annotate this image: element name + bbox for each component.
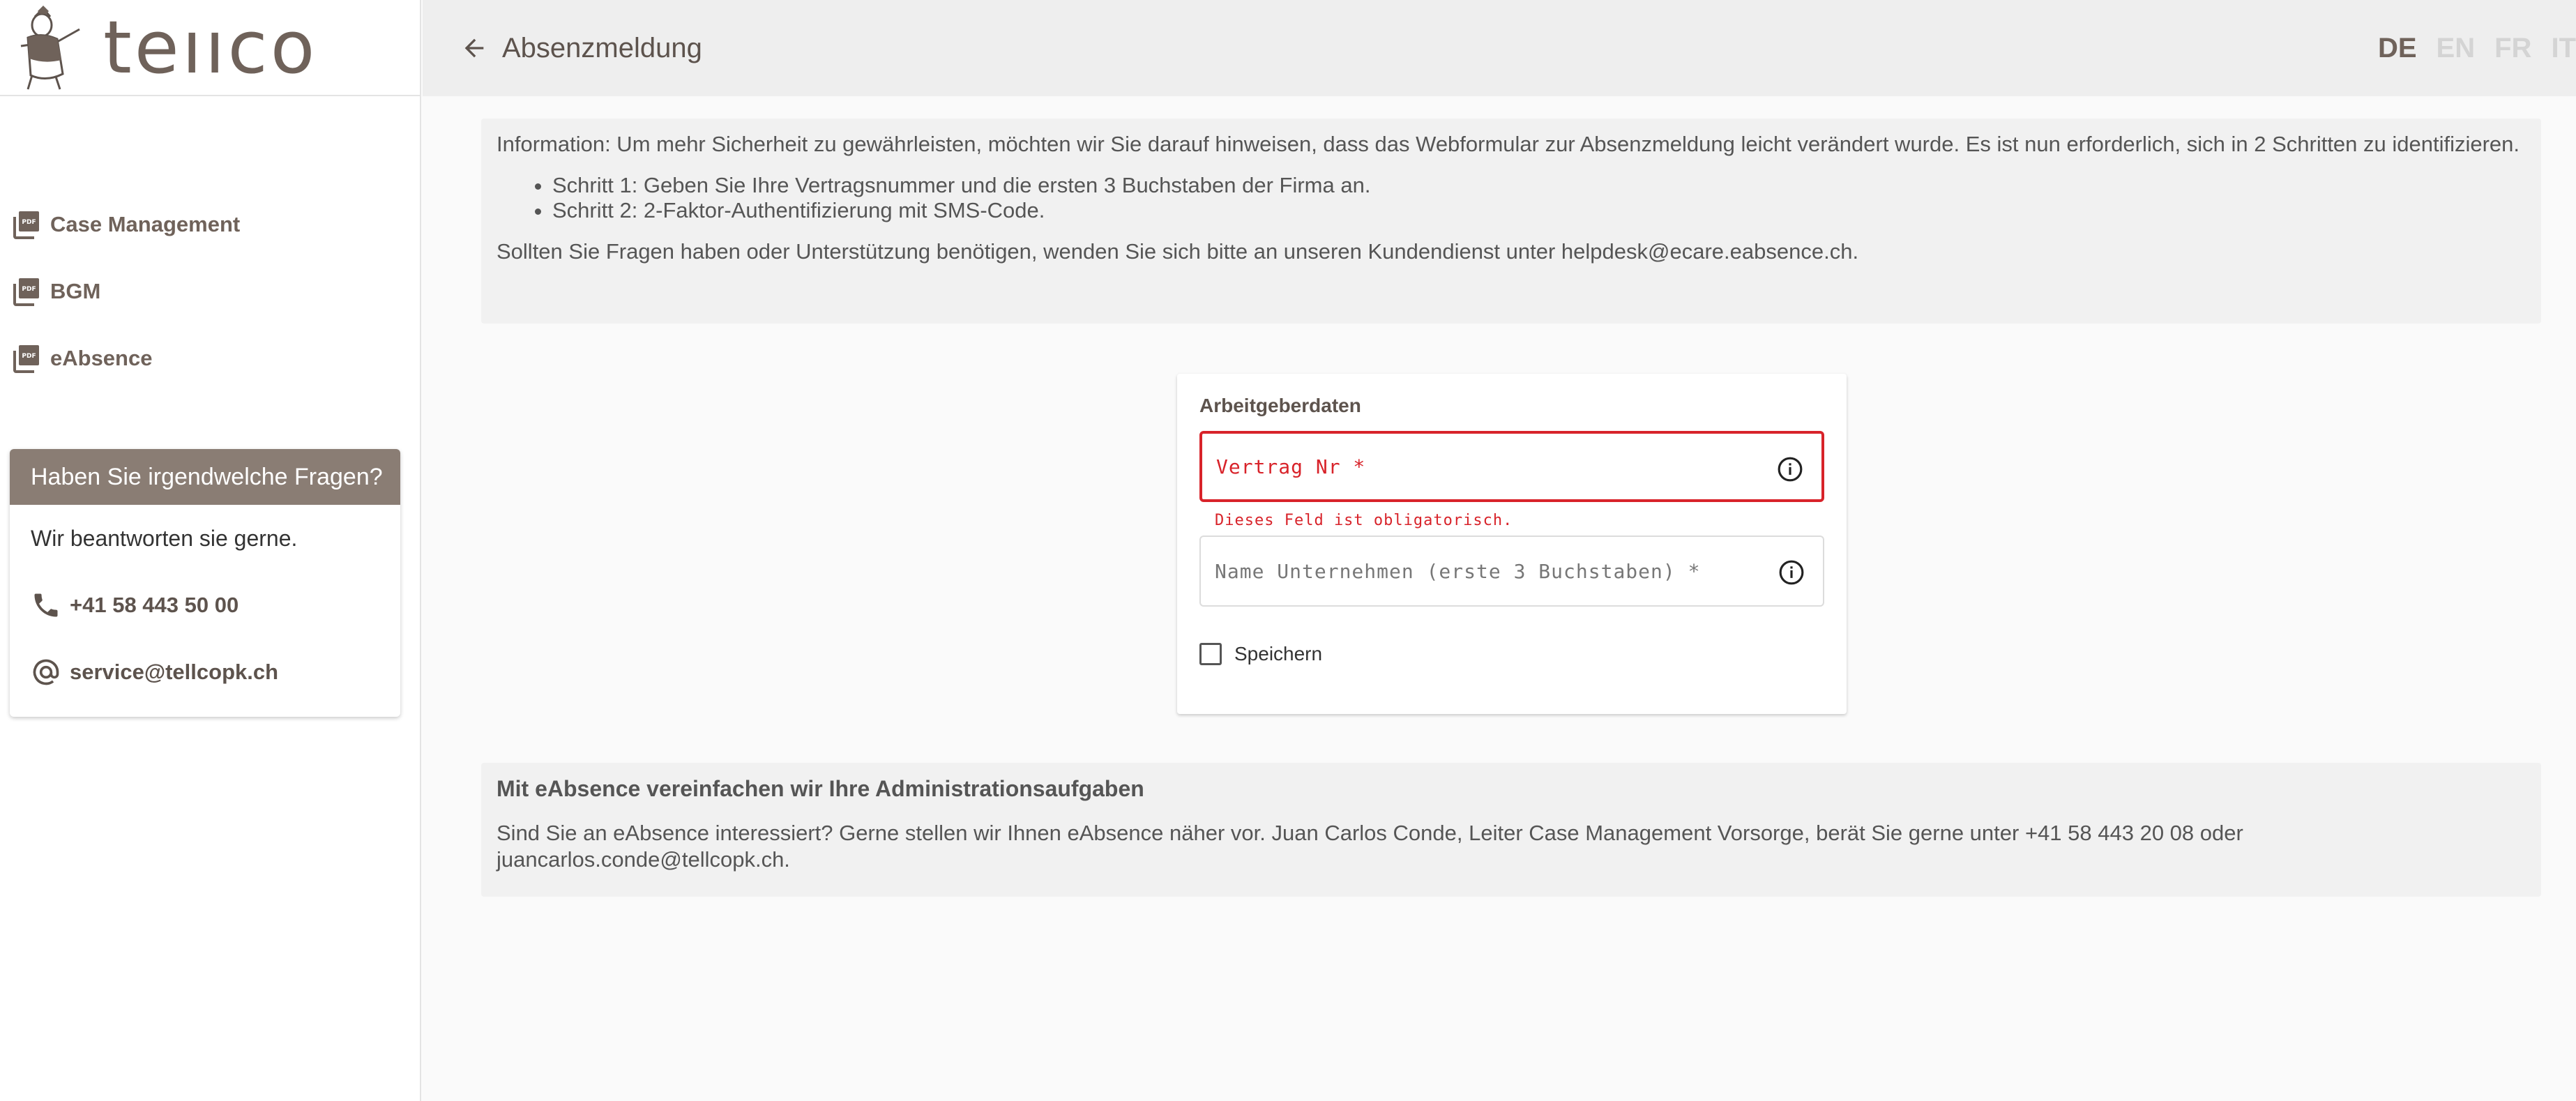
phone-icon (34, 593, 58, 617)
save-checkbox[interactable] (1199, 643, 1222, 665)
lang-de[interactable]: DE (2378, 33, 2417, 64)
back-arrow-icon[interactable] (460, 34, 488, 62)
form-title: Arbeitgeberdaten (1199, 395, 1361, 416)
company-name-label: Name Unternehmen (erste 3 Buchstaben) * (1215, 559, 1701, 583)
save-checkbox-label: Speichern (1234, 643, 1323, 665)
sidebar-item-bgm[interactable]: PDF BGM (0, 258, 420, 325)
lang-it[interactable]: IT (2551, 33, 2576, 64)
info-icon[interactable] (1777, 456, 1803, 483)
sidebar-item-case-management[interactable]: PDF Case Management (0, 191, 420, 258)
promo-title: Mit eAbsence vereinfachen wir Ihre Admin… (497, 776, 1144, 801)
sidebar-item-label: eAbsence (50, 346, 153, 370)
page-title: Absenzmeldung (502, 32, 702, 63)
contract-number-error: Dieses Feld ist obligatorisch. (1215, 512, 1513, 529)
help-phone[interactable]: +41 58 443 50 00 (10, 572, 400, 639)
sidebar-item-label: BGM (50, 279, 101, 303)
logo-figure-icon (20, 6, 80, 90)
at-sign-icon (33, 659, 59, 685)
language-switcher: DE EN FR IT (2378, 0, 2576, 96)
top-bar: Absenzmeldung DE EN FR IT (423, 0, 2576, 96)
lang-fr[interactable]: FR (2494, 33, 2531, 64)
logo[interactable]: teııco (0, 0, 420, 96)
contract-number-label: Vertrag Nr * (1216, 455, 1366, 478)
company-name-field[interactable]: Name Unternehmen (erste 3 Buchstaben) * (1199, 536, 1824, 607)
help-phone-text: +41 58 443 50 00 (70, 593, 239, 617)
promo-box: Mit eAbsence vereinfachen wir Ihre Admin… (481, 763, 2541, 897)
logo-text: teııco (103, 5, 318, 90)
employer-form: Arbeitgeberdaten Vertrag Nr * Dieses Fel… (1177, 374, 1847, 714)
svg-text:PDF: PDF (22, 353, 36, 360)
info-icon[interactable] (1778, 559, 1805, 586)
svg-text:PDF: PDF (22, 286, 36, 293)
help-card-subtitle: Wir beantworten sie gerne. (31, 525, 298, 551)
info-step: Schritt 1: Geben Sie Ihre Vertragsnummer… (552, 173, 2526, 198)
save-checkbox-row[interactable]: Speichern (1199, 643, 1322, 665)
promo-text: Sind Sie an eAbsence interessiert? Gerne… (497, 821, 2243, 872)
info-intro: Information: Um mehr Sicherheit zu gewäh… (497, 132, 2520, 156)
lang-en[interactable]: EN (2437, 33, 2476, 64)
help-email-text: service@tellcopk.ch (70, 660, 279, 684)
help-card-title: Haben Sie irgendwelche Fragen? (10, 449, 400, 505)
pdf-icon: PDF (13, 345, 39, 373)
contract-number-field[interactable]: Vertrag Nr * (1199, 431, 1824, 502)
sidebar: teııco PDF Case Management PDF BGM PDF e… (0, 0, 421, 1101)
svg-text:PDF: PDF (22, 219, 36, 226)
sidebar-item-eabsence[interactable]: PDF eAbsence (0, 325, 420, 392)
pdf-icon: PDF (13, 278, 39, 306)
info-box: Information: Um mehr Sicherheit zu gewäh… (481, 119, 2541, 324)
info-closing: Sollten Sie Fragen haben oder Unterstütz… (497, 239, 1859, 264)
sidebar-nav: PDF Case Management PDF BGM PDF eAbsence (0, 191, 420, 392)
help-card: Haben Sie irgendwelche Fragen? Wir beant… (10, 449, 400, 717)
info-step: Schritt 2: 2-Faktor-Authentifizierung mi… (552, 198, 2526, 223)
help-email[interactable]: service@tellcopk.ch (10, 639, 400, 706)
pdf-icon: PDF (13, 211, 39, 239)
sidebar-item-label: Case Management (50, 212, 241, 236)
info-steps: Schritt 1: Geben Sie Ihre Vertragsnummer… (552, 173, 2526, 223)
